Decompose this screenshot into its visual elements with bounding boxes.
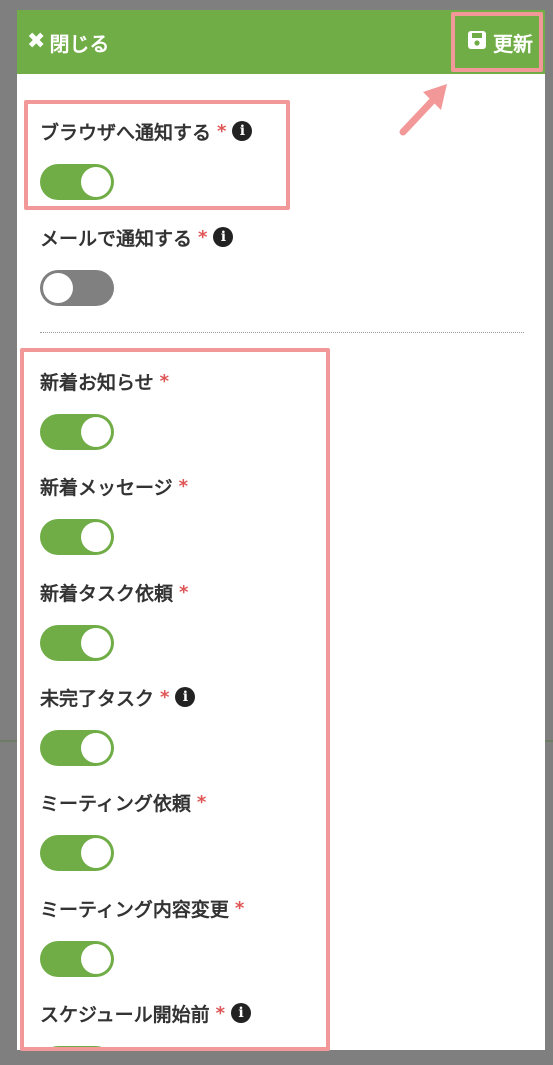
new-task-request-toggle[interactable]	[40, 625, 114, 661]
panel-header: ✖ 閉じる 更新	[17, 10, 545, 74]
toggle-knob	[81, 522, 111, 552]
setting-meeting-change: ミーティング内容変更 *	[40, 895, 244, 977]
required-mark: *	[234, 897, 245, 919]
meeting-change-toggle[interactable]	[40, 941, 114, 977]
required-mark: *	[217, 120, 227, 142]
toggle-knob	[81, 167, 111, 197]
setting-label: 新着メッセージ	[40, 476, 173, 499]
info-icon[interactable]: i	[175, 687, 196, 707]
email-notify-toggle[interactable]	[40, 270, 114, 306]
save-button-label: 更新	[493, 31, 533, 56]
setting-browser-notify: ブラウザへ通知する * i	[40, 118, 253, 200]
setting-email-notify: メールで通知する * i	[40, 224, 234, 306]
close-button[interactable]: ✖ 閉じる	[27, 28, 109, 56]
setting-label: スケジュール開始前	[40, 1003, 210, 1026]
toggle-knob	[43, 273, 73, 303]
setting-label: 新着タスク依頼	[40, 582, 174, 605]
toggle-knob	[81, 1049, 111, 1050]
section-divider	[40, 332, 524, 333]
setting-label: ブラウザへ通知する	[40, 121, 212, 144]
browser-notify-toggle[interactable]	[40, 164, 114, 200]
setting-meeting-request: ミーティング依頼 *	[40, 789, 206, 871]
toggle-knob	[81, 944, 111, 974]
setting-before-schedule: スケジュール開始前 * i	[40, 1000, 252, 1050]
setting-new-task-request: 新着タスク依頼 *	[40, 579, 188, 661]
new-notice-toggle[interactable]	[40, 414, 114, 450]
setting-new-message: 新着メッセージ *	[40, 473, 188, 555]
setting-label: 新着お知らせ	[40, 371, 154, 394]
required-mark: *	[179, 581, 189, 603]
setting-label: ミーティング内容変更	[40, 898, 229, 921]
setting-label: 未完了タスク	[40, 687, 155, 710]
info-icon[interactable]: i	[232, 121, 253, 141]
close-button-label: 閉じる	[49, 31, 110, 56]
setting-label: メールで通知する	[40, 227, 193, 250]
required-mark: *	[215, 1002, 226, 1024]
setting-incomplete-task: 未完了タスク * i	[40, 684, 196, 766]
info-icon[interactable]: i	[213, 227, 234, 247]
info-icon[interactable]: i	[231, 1003, 252, 1023]
new-message-toggle[interactable]	[40, 519, 114, 555]
toggle-knob	[81, 628, 111, 658]
before-schedule-toggle[interactable]	[40, 1046, 114, 1050]
setting-new-notice: 新着お知らせ *	[40, 368, 169, 450]
required-mark: *	[198, 226, 208, 248]
required-mark: *	[160, 686, 170, 708]
incomplete-task-toggle[interactable]	[40, 730, 114, 766]
notification-settings-panel: ✖ 閉じる 更新 ブラウザへ通知する * i メールで通知する * i 新着お知…	[17, 10, 545, 1050]
toggle-knob	[81, 417, 111, 447]
save-button[interactable]: 更新	[467, 28, 533, 56]
meeting-request-toggle[interactable]	[40, 835, 114, 871]
floppy-disk-icon	[467, 30, 487, 55]
required-mark: *	[196, 791, 207, 813]
toggle-knob	[81, 733, 111, 763]
annotation-arrow-icon	[399, 84, 447, 136]
required-mark: *	[159, 370, 170, 392]
required-mark: *	[178, 475, 189, 497]
toggle-knob	[81, 838, 111, 868]
close-icon: ✖	[27, 29, 46, 54]
setting-label: ミーティング依頼	[40, 792, 191, 815]
